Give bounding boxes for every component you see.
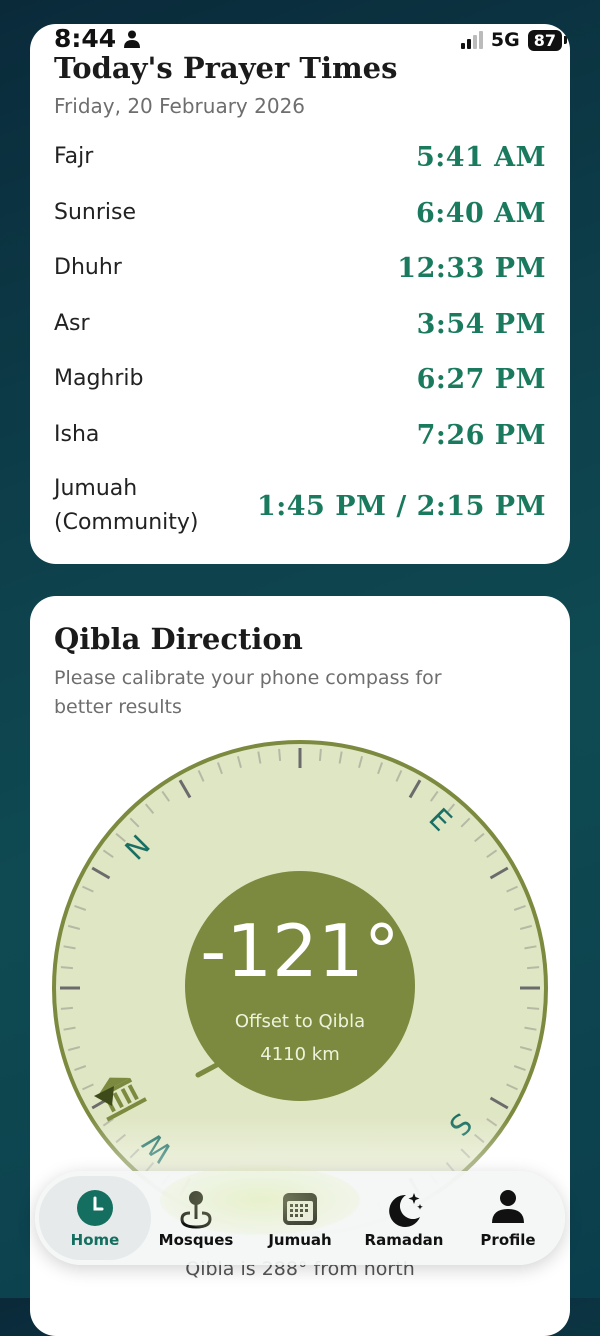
jumuah-sublabel: (Community) <box>54 510 199 535</box>
prayer-name: Asr <box>54 311 90 336</box>
prayer-name-jumuah: Jumuah (Community) <box>54 472 199 540</box>
prayer-row-fajr: Fajr 5:41 AM <box>54 140 546 174</box>
qibla-offset-label: Offset to Qibla <box>234 1011 366 1032</box>
prayer-name: Maghrib <box>54 366 144 391</box>
prayer-times-title: Today's Prayer Times <box>54 51 398 85</box>
prayer-row-maghrib: Maghrib 6:27 PM <box>54 362 546 396</box>
moon-stars-icon <box>389 1193 423 1227</box>
person-icon <box>492 1190 524 1223</box>
tab-label: Jumuah <box>268 1231 332 1249</box>
person-status-icon <box>124 30 140 48</box>
cellular-signal-icon <box>460 31 483 49</box>
tab-mosques[interactable]: Mosques <box>143 1171 249 1265</box>
clock-icon <box>77 1190 113 1226</box>
prayer-time: 5:41 AM <box>415 141 546 173</box>
prayer-name: Isha <box>54 422 100 447</box>
compass-minor-tick <box>318 748 322 761</box>
compass-minor-tick <box>278 748 282 761</box>
qibla-offset-disc: -121° Offset to Qibla 4110 km <box>185 871 415 1101</box>
prayer-name: Dhuhr <box>54 255 122 280</box>
compass-minor-tick <box>527 1006 540 1010</box>
calendar-icon <box>283 1193 317 1225</box>
tab-label: Mosques <box>158 1231 234 1249</box>
status-bar: 8:44 5G 87 <box>0 0 600 56</box>
prayer-time: 6:40 AM <box>415 197 546 229</box>
tab-ramadan[interactable]: Ramadan <box>351 1171 457 1265</box>
prayer-time: 12:33 PM <box>397 252 546 284</box>
tab-home[interactable]: Home <box>39 1176 151 1260</box>
network-type: 5G <box>490 29 520 51</box>
prayer-time: 7:26 PM <box>416 419 546 451</box>
tab-bar: Home Mosques Jumuah Ramadan Profile <box>35 1171 565 1265</box>
jumuah-label: Jumuah <box>54 476 138 501</box>
prayer-time: 1:45 PM / 2:15 PM <box>257 490 546 522</box>
tab-label: Home <box>70 1231 120 1249</box>
prayer-row-jumuah: Jumuah (Community) 1:45 PM / 2:15 PM <box>54 472 546 540</box>
compass-minor-tick <box>60 966 73 970</box>
prayer-row-asr: Asr 3:54 PM <box>54 307 546 341</box>
prayer-time: 6:27 PM <box>416 363 546 395</box>
tab-label: Ramadan <box>364 1231 444 1249</box>
qibla-subtitle: Please calibrate your phone compass for … <box>54 667 442 718</box>
compass-minor-tick <box>527 966 540 970</box>
status-time: 8:44 <box>54 24 117 53</box>
tab-jumuah[interactable]: Jumuah <box>247 1171 353 1265</box>
prayer-row-sunrise: Sunrise 6:40 AM <box>54 196 546 230</box>
prayer-row-dhuhr: Dhuhr 12:33 PM <box>54 251 546 285</box>
qibla-offset-degrees: -121° <box>200 909 400 993</box>
battery-icon: 87 <box>527 29 568 51</box>
prayer-times-card: Today's Prayer Times Friday, 20 February… <box>30 24 570 564</box>
map-pin-icon <box>180 1191 212 1229</box>
tab-profile[interactable]: Profile <box>455 1171 561 1265</box>
prayer-date: Friday, 20 February 2026 <box>54 94 306 118</box>
prayer-time: 3:54 PM <box>416 308 546 340</box>
qibla-title: Qibla Direction <box>54 622 303 656</box>
prayer-row-isha: Isha 7:26 PM <box>54 418 546 452</box>
tab-label: Profile <box>480 1231 536 1249</box>
prayer-name: Sunrise <box>54 200 137 225</box>
compass-minor-tick <box>60 1006 73 1010</box>
prayer-name: Fajr <box>54 144 94 169</box>
qibla-distance: 4110 km <box>260 1044 340 1065</box>
